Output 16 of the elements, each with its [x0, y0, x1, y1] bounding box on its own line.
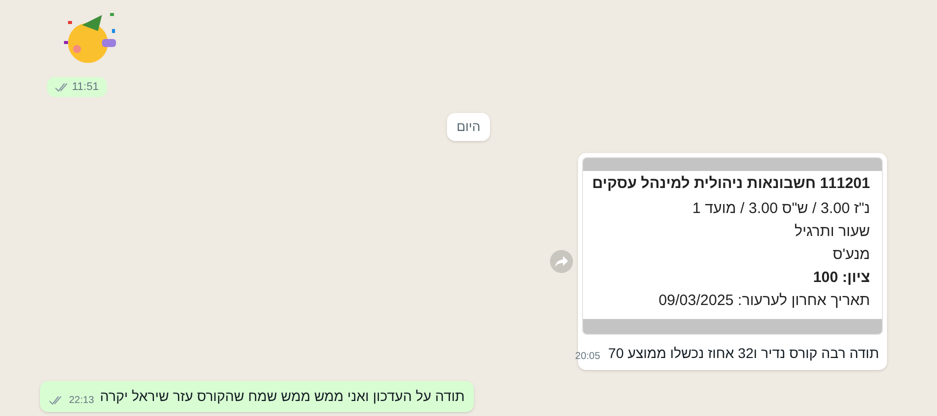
image-text-line: 111201 חשבונאות ניהולית למינהל עסקים — [595, 174, 870, 194]
image-text-line: ציון: 100 — [812, 268, 870, 288]
double-check-icon — [55, 82, 69, 92]
image-text-line: שעור ותרגיל — [794, 222, 870, 242]
message-time: 22:13 — [69, 394, 94, 408]
message-time: 20:05 — [575, 350, 600, 364]
message-text: תודה רבה קורס נדיר ו32 אחוז נכשלו ממוצע 70 — [608, 344, 879, 363]
image-text-line: מנע'ס — [832, 245, 870, 265]
forward-button[interactable] — [550, 250, 573, 273]
message-time: 11:51 — [72, 80, 99, 95]
image-text-line: תאריך אחרון לערעור: 09/03/2025 — [658, 291, 870, 311]
double-check-icon — [49, 396, 63, 405]
forward-icon — [555, 256, 568, 267]
message-text: תודה על העדכון ואני ממש ממש שמח שהקורס עזר שיראל יקרה — [100, 387, 465, 406]
date-chip: היום — [446, 113, 490, 141]
image-text-line: נ"ז 3.00 / ש"ס 3.00 / מועד 1 — [691, 199, 870, 219]
